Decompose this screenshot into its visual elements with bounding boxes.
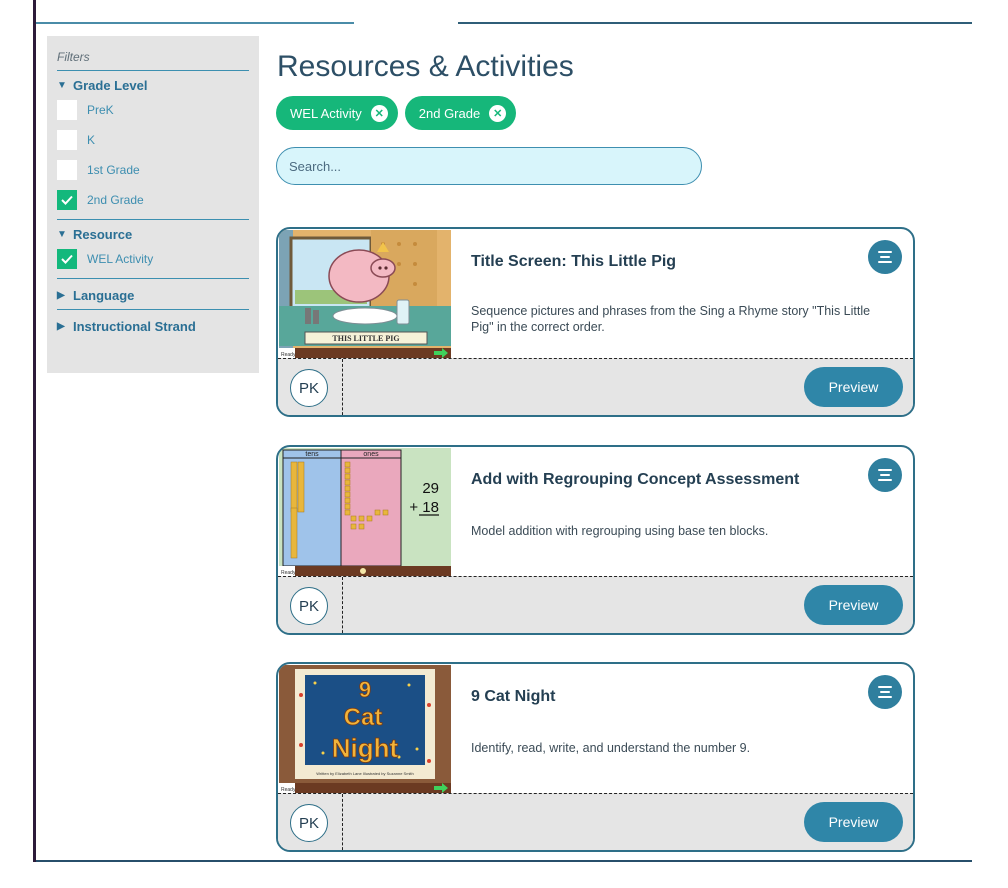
- base-ten-blocks-illustration: tens ones 29 + 18 Ready: [279, 448, 451, 576]
- filter-option-k[interactable]: K: [57, 125, 249, 155]
- triangle-right-icon: ▶: [57, 320, 65, 332]
- filters-title: Filters: [57, 50, 249, 71]
- section-divider: [57, 278, 249, 279]
- resource-card: THIS LITTLE PIG Ready Title Screen: This…: [276, 227, 915, 417]
- tens-column-header: tens: [305, 451, 319, 458]
- filter-section-label: Instructional Strand: [73, 318, 196, 334]
- filter-option-label: 1st Grade: [87, 163, 140, 177]
- search-input[interactable]: [276, 147, 702, 185]
- chip-label: WEL Activity: [290, 105, 362, 121]
- filter-section-instructional-strand[interactable]: ▶ Instructional Strand: [57, 316, 249, 336]
- grade-badge: PK: [290, 369, 328, 407]
- footer-divider: [342, 359, 343, 415]
- problem-bottom: + 18: [409, 499, 439, 516]
- footer-divider: [342, 577, 343, 633]
- section-divider: [57, 219, 249, 220]
- filter-option-label: WEL Activity: [87, 252, 154, 266]
- card-footer: PK Preview: [278, 358, 913, 415]
- filter-option-label: K: [87, 133, 96, 147]
- card-title[interactable]: Add with Regrouping Concept Assessment: [471, 471, 799, 489]
- filter-section-grade-level[interactable]: ▼ Grade Level: [57, 75, 249, 95]
- chip-label: 2nd Grade: [418, 105, 481, 121]
- cover-byline: Written by Elizabeth Lane Illustrated by…: [316, 771, 414, 776]
- bottom-divider: [36, 860, 972, 862]
- resource-thumbnail[interactable]: THIS LITTLE PIG Ready: [279, 230, 451, 358]
- checkbox[interactable]: [57, 130, 77, 150]
- thumbnail-caption: THIS LITTLE PIG: [332, 334, 399, 343]
- resource-thumbnail[interactable]: 9 Cat Night Written by Elizabeth Lane Il…: [279, 665, 451, 793]
- filter-section-label: Resource: [73, 226, 133, 242]
- preview-button[interactable]: Preview: [804, 585, 903, 625]
- top-divider-left: [36, 22, 354, 24]
- resource-card: tens ones 29 + 18 Ready Add with Regroup…: [276, 445, 915, 635]
- filter-section-label: Grade Level: [73, 77, 148, 93]
- filter-section-label: Language: [73, 287, 135, 303]
- cover-title-line: Night: [332, 733, 399, 763]
- card-description: Sequence pictures and phrases from the S…: [471, 304, 871, 334]
- checkbox[interactable]: [57, 100, 77, 120]
- cover-title-line: 9: [359, 677, 371, 702]
- triangle-down-icon: ▼: [57, 228, 67, 240]
- ones-column-header: ones: [363, 451, 379, 458]
- grade-badge: PK: [290, 587, 328, 625]
- filter-section-language[interactable]: ▶ Language: [57, 285, 249, 305]
- footer-divider: [342, 794, 343, 850]
- preview-button[interactable]: Preview: [804, 367, 903, 407]
- close-icon[interactable]: ✕: [370, 104, 388, 122]
- triangle-down-icon: ▼: [57, 79, 67, 91]
- menu-icon[interactable]: [868, 458, 902, 492]
- menu-icon[interactable]: [868, 675, 902, 709]
- filter-section-resource[interactable]: ▼ Resource: [57, 224, 249, 244]
- top-divider-right: [458, 22, 972, 24]
- menu-icon[interactable]: [868, 240, 902, 274]
- card-description: Model addition with regrouping using bas…: [471, 524, 769, 538]
- filter-option-prek[interactable]: PreK: [57, 95, 249, 125]
- checkbox-checked[interactable]: [57, 249, 77, 269]
- check-icon: [61, 254, 73, 264]
- card-footer: PK Preview: [278, 793, 913, 850]
- pig-scene-illustration: THIS LITTLE PIG Ready: [279, 230, 451, 358]
- filter-option-label: 2nd Grade: [87, 193, 144, 207]
- filter-chip-2nd-grade[interactable]: 2nd Grade ✕: [404, 96, 517, 130]
- book-cover-illustration: 9 Cat Night Written by Elizabeth Lane Il…: [279, 665, 451, 793]
- card-description: Identify, read, write, and understand th…: [471, 741, 751, 755]
- filters-sidebar: Filters ▼ Grade Level PreK K 1st Grade 2…: [47, 36, 259, 373]
- checkbox[interactable]: [57, 160, 77, 180]
- preview-button[interactable]: Preview: [804, 802, 903, 842]
- resource-card: 9 Cat Night Written by Elizabeth Lane Il…: [276, 662, 915, 852]
- card-title[interactable]: Title Screen: This Little Pig: [471, 253, 676, 271]
- section-divider: [57, 309, 249, 310]
- cover-title-line: Cat: [344, 704, 383, 731]
- triangle-right-icon: ▶: [57, 289, 65, 301]
- filter-option-1st-grade[interactable]: 1st Grade: [57, 155, 249, 185]
- filter-chip-wel-activity[interactable]: WEL Activity ✕: [276, 96, 398, 130]
- resource-thumbnail[interactable]: tens ones 29 + 18 Ready: [279, 448, 451, 576]
- filter-option-label: PreK: [87, 103, 114, 117]
- grade-badge: PK: [290, 804, 328, 842]
- card-footer: PK Preview: [278, 576, 913, 633]
- filter-option-wel-activity[interactable]: WEL Activity: [57, 244, 249, 274]
- filter-option-2nd-grade[interactable]: 2nd Grade: [57, 185, 249, 215]
- active-filter-chips: WEL Activity ✕ 2nd Grade ✕: [276, 96, 517, 130]
- card-title[interactable]: 9 Cat Night: [471, 688, 555, 706]
- close-icon[interactable]: ✕: [489, 104, 507, 122]
- page-title: Resources & Activities: [277, 50, 574, 83]
- check-icon: [61, 195, 73, 205]
- problem-top: 29: [422, 480, 439, 497]
- window-left-border: [33, 0, 36, 862]
- checkbox-checked[interactable]: [57, 190, 77, 210]
